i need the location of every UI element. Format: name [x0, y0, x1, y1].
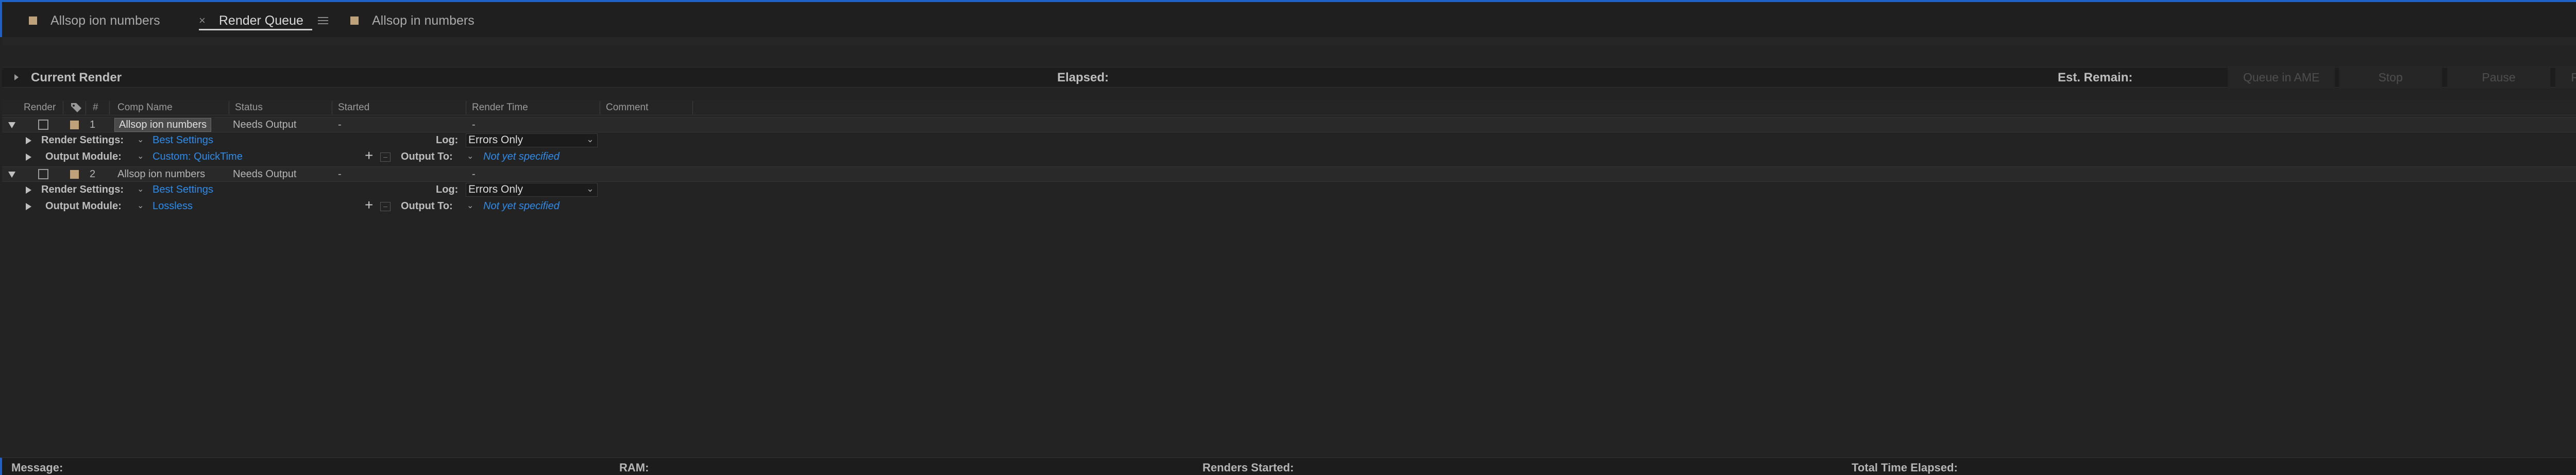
chevron-down-icon[interactable]: ⌄ [137, 200, 144, 211]
render-settings-row: Render Settings: ⌄ Best Settings Log: Er… [2, 182, 2576, 198]
item-number: 2 [90, 168, 96, 180]
item-number: 1 [90, 119, 96, 130]
column-header-started[interactable]: Started [338, 102, 369, 113]
item-started: - [338, 119, 342, 130]
render-queue-item-1[interactable]: 1 Allsop ion numbers Needs Output - - [2, 117, 2576, 132]
log-label: Log: [436, 134, 459, 146]
output-module-row: Output Module: ⌄ Custom: QuickTime + – O… [2, 147, 2576, 165]
chevron-down-icon: ⌄ [586, 183, 594, 194]
log-dropdown-value: Errors Only [468, 183, 523, 195]
output-module-label: Output Module: [45, 200, 122, 212]
render-button[interactable]: Render [2555, 66, 2576, 89]
current-render-bar: Current Render Elapsed: Est. Remain: [2, 67, 2576, 88]
disclosure-triangle-icon[interactable] [26, 186, 31, 194]
output-module-link[interactable]: Lossless [152, 200, 193, 212]
column-header-comp-name[interactable]: Comp Name [117, 102, 173, 113]
render-settings-label: Render Settings: [41, 184, 124, 195]
disclosure-triangle-icon[interactable] [26, 137, 31, 144]
disclosure-triangle-icon[interactable] [26, 203, 31, 210]
active-tab-indicator [199, 29, 312, 30]
chevron-down-icon: ⌄ [586, 134, 594, 144]
output-to-label: Output To: [401, 151, 453, 162]
log-dropdown[interactable]: Errors Only ⌄ [466, 183, 598, 197]
render-checkbox[interactable] [38, 120, 48, 130]
pause-button[interactable]: Pause [2447, 66, 2550, 89]
chevron-down-icon[interactable]: ⌄ [137, 134, 144, 145]
label-color-swatch[interactable] [70, 170, 79, 179]
column-header-status[interactable]: Status [235, 102, 263, 113]
add-output-module-icon[interactable]: + [365, 147, 373, 164]
column-header-number[interactable]: # [93, 102, 98, 113]
render-checkbox[interactable] [38, 169, 48, 179]
close-icon[interactable]: × [199, 14, 206, 27]
item-status: Needs Output [233, 119, 297, 130]
tab-label: Allsop ion numbers [50, 13, 160, 28]
output-module-row: Output Module: ⌄ Lossless + – Output To:… [2, 197, 2576, 214]
output-to-link[interactable]: Not yet specified [483, 151, 560, 163]
disclosure-triangle-icon[interactable] [8, 122, 15, 128]
item-started: - [338, 168, 342, 180]
render-queue-table-header: Render # Comp Name Status Started Render… [2, 100, 2576, 115]
log-dropdown-value: Errors Only [468, 134, 523, 146]
elapsed-label: Elapsed: [1057, 71, 1109, 84]
panel-top-strip [2, 37, 2576, 45]
output-module-link[interactable]: Custom: QuickTime [152, 151, 243, 163]
disclosure-triangle-icon[interactable] [8, 172, 15, 178]
item-status: Needs Output [233, 168, 297, 180]
render-settings-link[interactable]: Best Settings [152, 134, 213, 146]
current-render-label: Current Render [31, 71, 122, 84]
chevron-right-icon[interactable] [14, 74, 19, 80]
add-output-module-icon[interactable]: + [365, 197, 373, 213]
render-settings-row: Render Settings: ⌄ Best Settings Log: Er… [2, 133, 2576, 148]
renders-started-label: Renders Started: [1202, 461, 1294, 474]
disclosure-triangle-icon[interactable] [26, 154, 31, 161]
tab-allsop-in-numbers[interactable]: Allsop in numbers [350, 9, 474, 32]
render-status-footer: Message: RAM: Renders Started: Total Tim… [0, 457, 2576, 475]
message-label: Message: [11, 461, 63, 474]
output-to-label: Output To: [401, 200, 453, 212]
queue-in-ame-button[interactable]: Queue in AME [2228, 66, 2335, 89]
total-time-elapsed-label: Total Time Elapsed: [1852, 461, 1958, 474]
comp-name-field[interactable]: Allsop ion numbers [114, 118, 212, 132]
render-settings-label: Render Settings: [41, 134, 124, 146]
log-dropdown[interactable]: Errors Only ⌄ [466, 133, 598, 147]
tab-label: Render Queue [218, 13, 303, 28]
log-label: Log: [436, 184, 459, 195]
output-to-link[interactable]: Not yet specified [483, 200, 560, 212]
stop-button[interactable]: Stop [2339, 66, 2442, 89]
column-header-render[interactable]: Render [24, 102, 56, 113]
chevron-down-icon[interactable]: ⌄ [137, 184, 144, 194]
render-settings-link[interactable]: Best Settings [152, 184, 213, 196]
item-render-time: - [472, 168, 476, 180]
column-header-render-time[interactable]: Render Time [472, 102, 528, 113]
tab-label: Allsop in numbers [372, 13, 474, 28]
remove-output-module-icon[interactable]: – [380, 202, 391, 211]
label-tag-icon[interactable] [70, 101, 83, 113]
label-color-swatch [350, 16, 359, 25]
panel-tab-bar: Allsop ion numbers × Render Queue Allsop… [0, 0, 2576, 37]
remove-output-module-icon[interactable]: – [380, 152, 391, 162]
render-queue-item-2[interactable]: 2 Allsop ion numbers Needs Output - - [2, 166, 2576, 182]
tab-allsop-ion-numbers[interactable]: Allsop ion numbers [29, 9, 160, 32]
chevron-down-icon[interactable]: ⌄ [137, 151, 144, 161]
label-color-swatch[interactable] [70, 121, 79, 129]
chevron-down-icon[interactable]: ⌄ [467, 200, 473, 211]
column-header-comment[interactable]: Comment [606, 102, 648, 113]
ram-label: RAM: [619, 461, 649, 474]
est-remain-label: Est. Remain: [2058, 71, 2133, 84]
label-color-swatch [29, 16, 37, 25]
item-render-time: - [472, 119, 476, 130]
comp-name-field[interactable]: Allsop ion numbers [117, 168, 205, 180]
panel-menu-icon[interactable] [317, 17, 328, 24]
chevron-down-icon[interactable]: ⌄ [467, 151, 473, 161]
output-module-label: Output Module: [45, 151, 122, 162]
